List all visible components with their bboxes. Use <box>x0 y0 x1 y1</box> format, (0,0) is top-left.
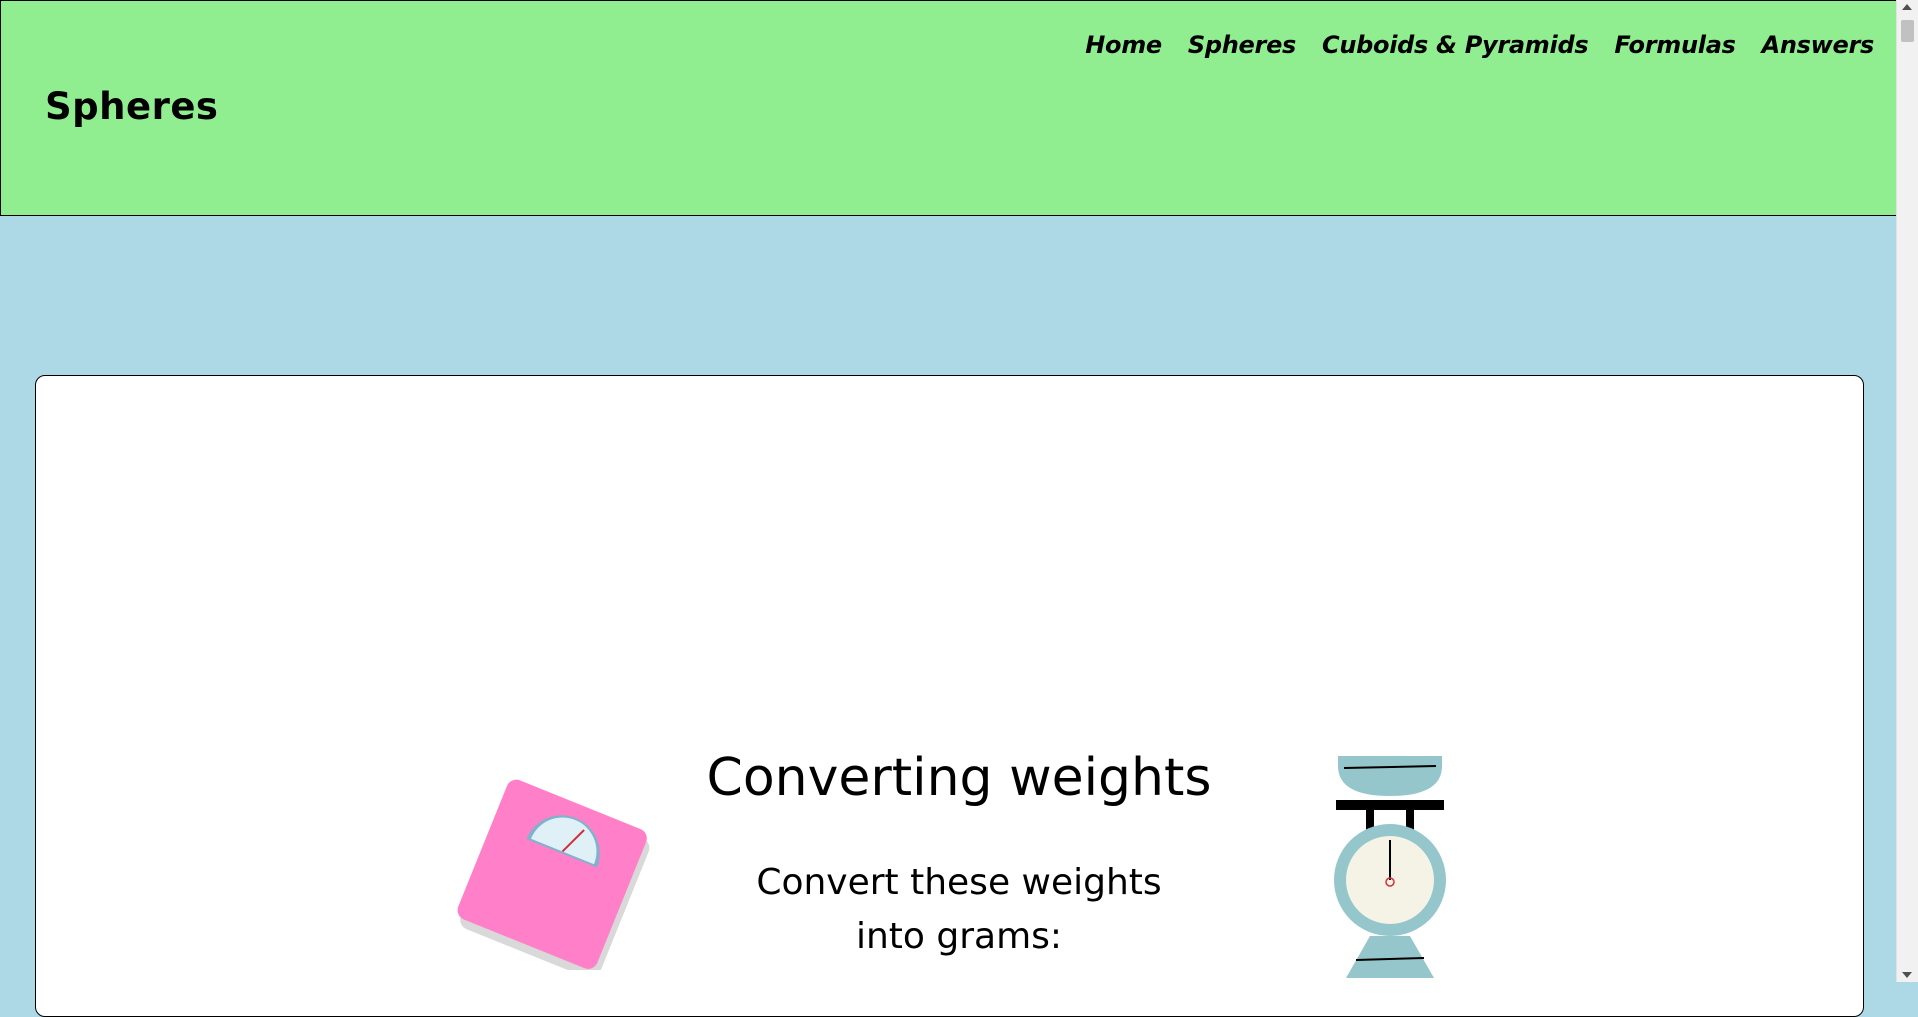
card-subtitle-line2: into grams: <box>855 916 1063 957</box>
page-title: Spheres <box>45 85 219 128</box>
page-scrollbar[interactable] <box>1896 0 1918 982</box>
site-header: Spheres Home Spheres Cuboids & Pyramids … <box>0 0 1899 216</box>
nav-link-home[interactable]: Home <box>1085 31 1162 59</box>
card-subtitle-line1: Convert these weights <box>756 862 1162 903</box>
nav-link-formulas[interactable]: Formulas <box>1614 31 1736 59</box>
nav-link-cuboids-pyramids[interactable]: Cuboids & Pyramids <box>1322 31 1589 59</box>
card-title: Converting weights <box>706 748 1212 808</box>
main-nav: Home Spheres Cuboids & Pyramids Formulas… <box>1085 31 1874 59</box>
nav-link-spheres[interactable]: Spheres <box>1188 31 1296 59</box>
scroll-up-arrow-icon[interactable] <box>1902 4 1912 10</box>
scroll-down-arrow-icon[interactable] <box>1902 972 1912 978</box>
nav-link-answers[interactable]: Answers <box>1762 31 1875 59</box>
scroll-thumb[interactable] <box>1901 20 1914 42</box>
card-subtitle: Convert these weights into grams: <box>0 856 1918 964</box>
